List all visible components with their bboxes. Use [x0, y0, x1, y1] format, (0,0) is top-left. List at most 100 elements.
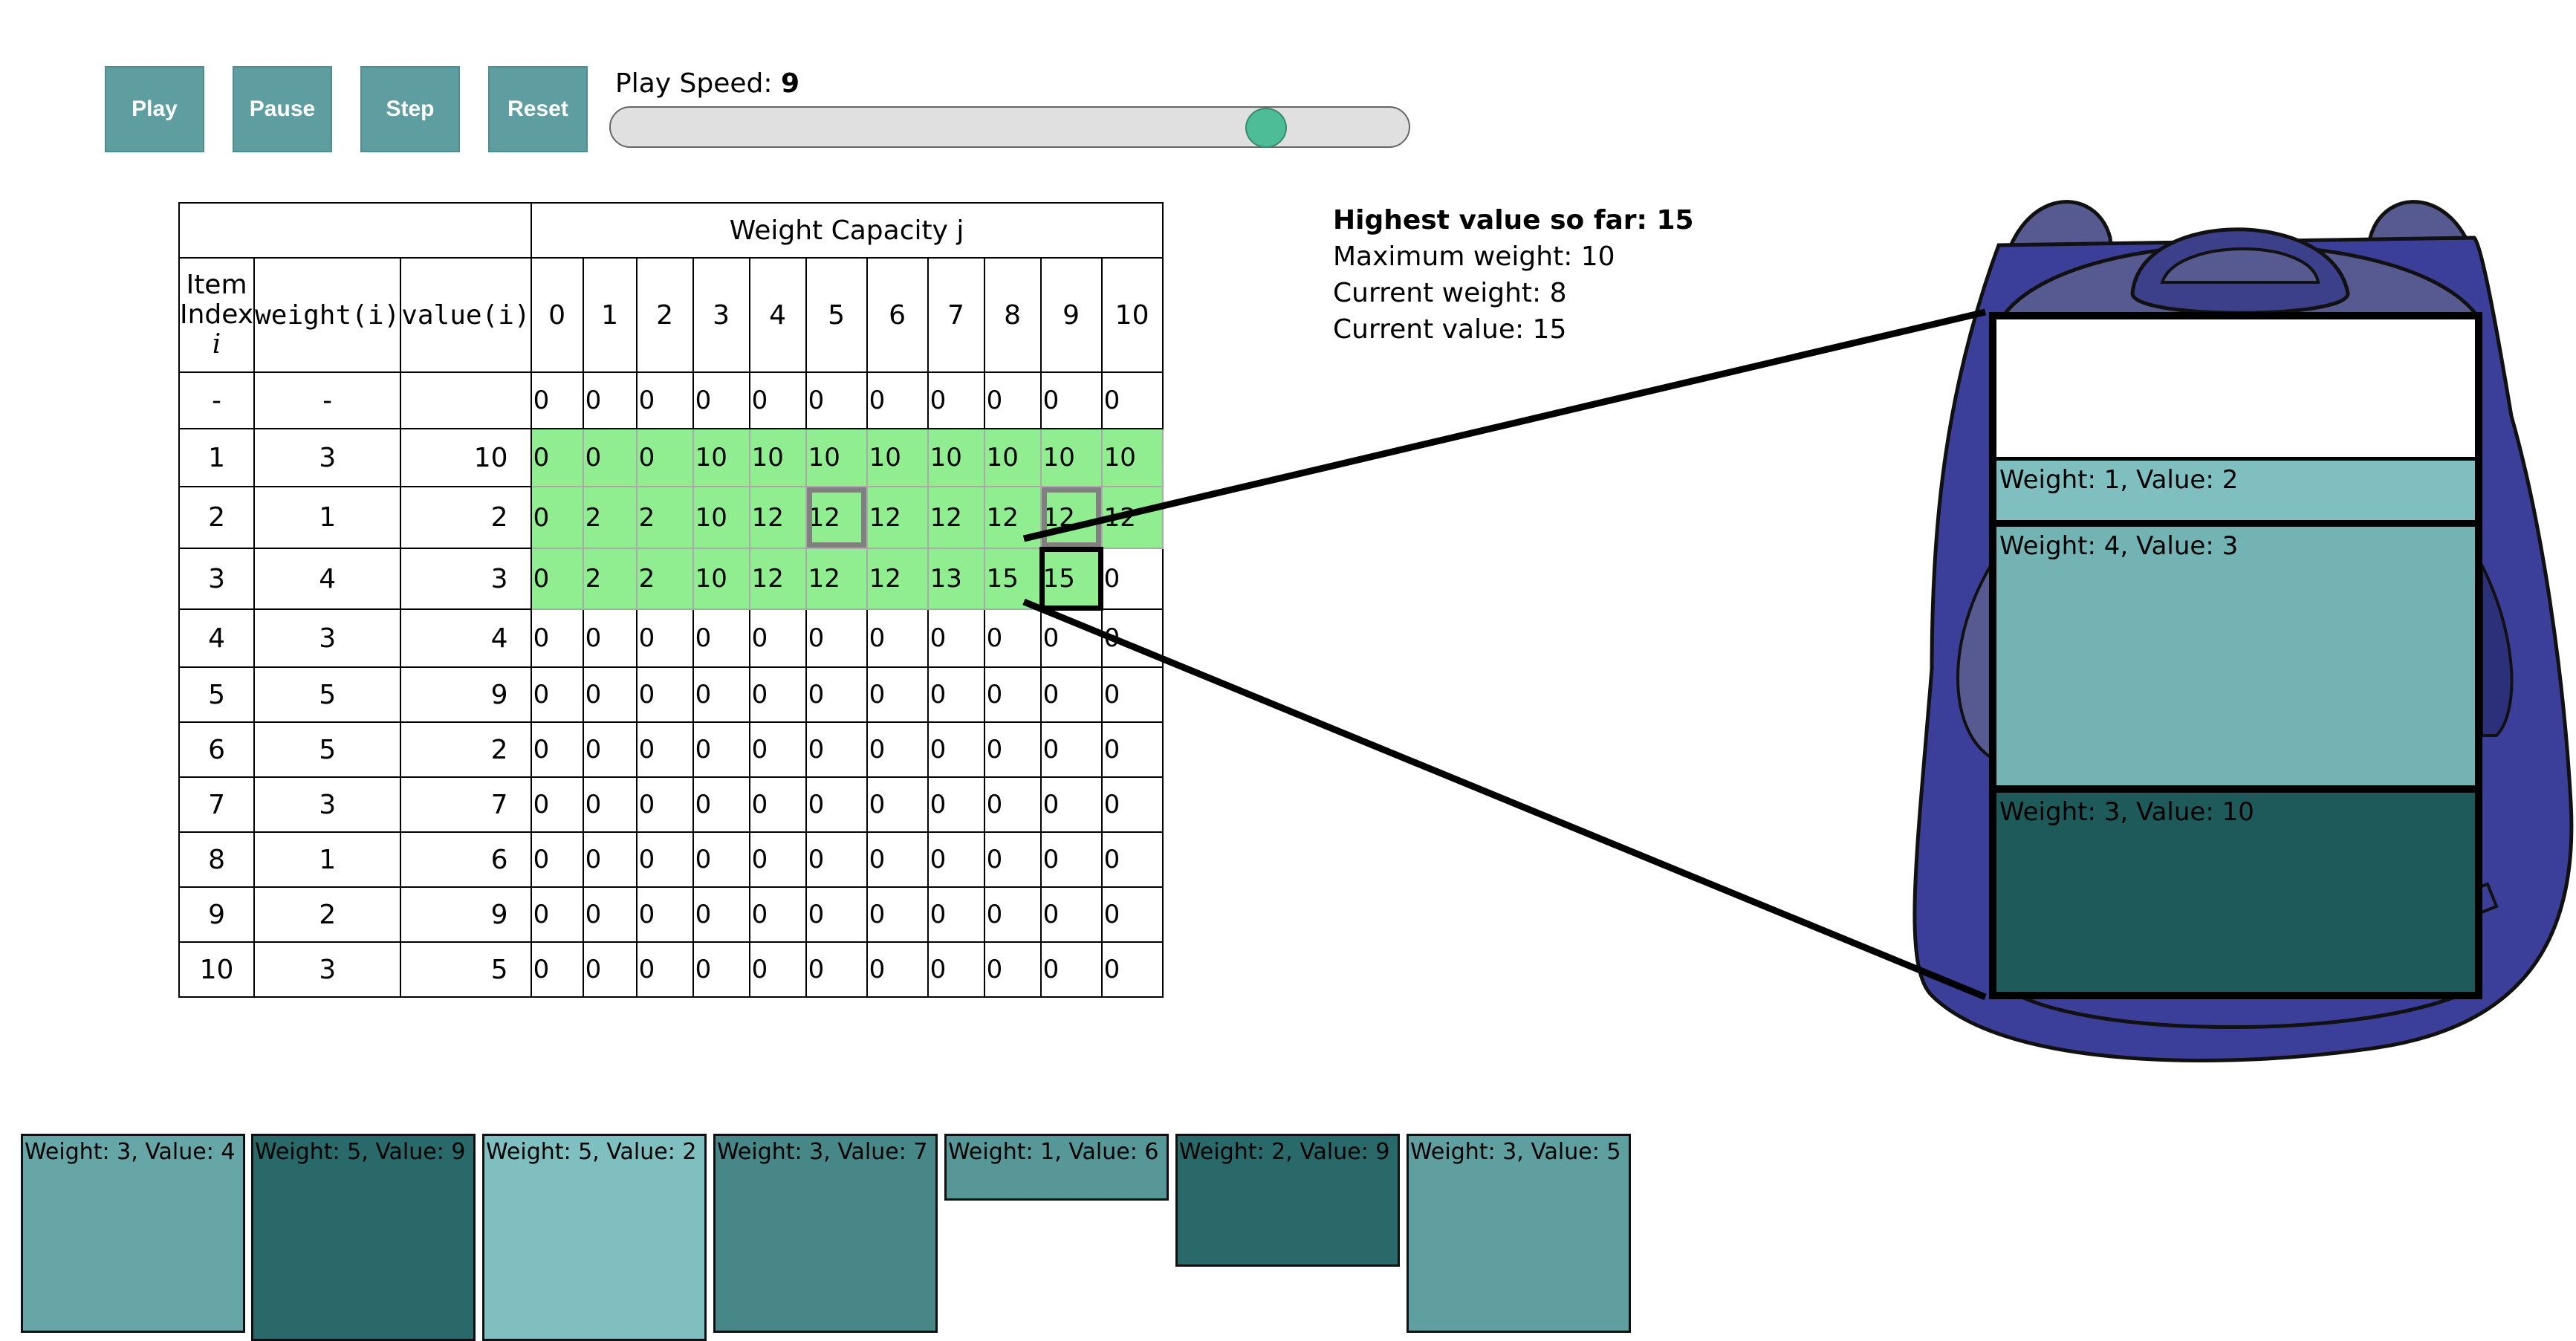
dp-cell: 0: [530, 666, 584, 723]
dp-cell: 0: [582, 831, 637, 888]
dp-cell: 0: [530, 608, 584, 668]
knapsack-item-label: Weight: 1, Value: 2: [1999, 465, 2239, 495]
dp-cell: 0: [927, 886, 985, 943]
dp-cell: 10: [692, 548, 750, 610]
knapsack-item-label: Weight: 3, Value: 10: [1999, 797, 2254, 827]
dp-cell: 0: [635, 371, 694, 429]
item-value-cell: 2: [400, 486, 532, 549]
dp-cell: 0: [692, 371, 750, 429]
pause-button[interactable]: Pause: [233, 66, 332, 152]
item-index-cell: 5: [178, 666, 256, 723]
dp-cell: 0: [635, 721, 694, 778]
dp-cell: 0: [927, 941, 985, 998]
knapsack-item: Weight: 4, Value: 3: [1993, 523, 2479, 789]
dp-cell: 0: [983, 608, 1042, 668]
dp-cell: 0: [530, 548, 584, 610]
zoom-line-bottom: [1022, 598, 1987, 1001]
dp-cell: 12: [983, 486, 1042, 549]
item-index-cell: -: [178, 371, 256, 429]
dp-cell: 0: [866, 776, 929, 833]
table-row: 55900000000000: [178, 666, 1164, 723]
dp-cell: 0: [805, 721, 868, 778]
dp-cell: 0: [1100, 886, 1164, 943]
dp-cell: 0: [530, 428, 584, 487]
remaining-item[interactable]: Weight: 3, Value: 7: [713, 1134, 938, 1333]
dp-cell: 12: [866, 486, 929, 549]
dp-cell: 0: [635, 941, 694, 998]
capacity-col-header: 8: [983, 257, 1042, 373]
dp-cell: 0: [635, 666, 694, 723]
dp-cell: 0: [582, 666, 637, 723]
item-index-cell: 7: [178, 776, 256, 833]
remaining-item[interactable]: Weight: 5, Value: 9: [251, 1134, 476, 1341]
dp-cell: 0: [748, 776, 807, 833]
dp-cell: 0: [927, 831, 985, 888]
dp-cell: 0: [582, 371, 637, 429]
max-weight-text: Maximum weight: 10: [1333, 241, 1615, 272]
capacity-col-header: 3: [692, 257, 750, 373]
dp-cell: 2: [582, 548, 637, 610]
dp-cell: 0: [927, 666, 985, 723]
dp-cell: 0: [1039, 886, 1103, 943]
dp-cell: 0: [582, 608, 637, 668]
dp-table: Weight Capacity j Item Index i weight(i)…: [178, 202, 1164, 998]
dp-cell: 0: [983, 666, 1042, 723]
dp-cell: 0: [530, 721, 584, 778]
table-row: 1 3 10 0 0 0 10 10 10 10 10 10 10 10: [178, 428, 1164, 487]
step-button[interactable]: Step: [360, 66, 460, 152]
knapsack-item-label: Weight: 4, Value: 3: [1999, 531, 2239, 561]
dp-cell: 0: [1039, 721, 1103, 778]
play-speed-slider[interactable]: [609, 106, 1410, 148]
item-value-cell: 2: [400, 721, 532, 778]
dp-cell: 0: [530, 486, 584, 549]
remaining-item[interactable]: Weight: 3, Value: 4: [21, 1134, 245, 1333]
dp-cell: 0: [866, 721, 929, 778]
item-value-cell: 5: [400, 941, 532, 998]
dp-cell: 0: [1100, 941, 1164, 998]
play-speed-value: 9: [780, 68, 800, 99]
dp-cell: 0: [927, 776, 985, 833]
item-value-cell: 10: [400, 428, 532, 487]
dp-cell: 0: [1039, 776, 1103, 833]
dp-cell: 0: [1100, 548, 1164, 610]
item-weight-cell: 5: [253, 666, 402, 723]
item-value-cell: 6: [400, 831, 532, 888]
play-speed-label: Play Speed: 9: [615, 68, 799, 99]
remaining-item-label: Weight: 5, Value: 9: [255, 1139, 466, 1165]
dp-cell: 0: [983, 721, 1042, 778]
capacity-col-header: 2: [635, 257, 694, 373]
remaining-item[interactable]: Weight: 5, Value: 2: [482, 1134, 707, 1341]
item-index-cell: 3: [178, 548, 256, 610]
remaining-item-label: Weight: 3, Value: 5: [1410, 1139, 1621, 1165]
item-weight-cell: 5: [253, 721, 402, 778]
dp-cell: 0: [530, 941, 584, 998]
reset-button[interactable]: Reset: [488, 66, 588, 152]
backpack-lid: [2004, 243, 2476, 463]
play-speed-prefix: Play Speed:: [615, 68, 781, 99]
dp-cell: 0: [866, 666, 929, 723]
dp-cell: 0: [530, 831, 584, 888]
remaining-item[interactable]: Weight: 3, Value: 5: [1407, 1134, 1631, 1333]
item-index-cell: 4: [178, 608, 256, 668]
table-row: 3 4 3 0 2 2 10 12 12 12 13 15 15 0: [178, 547, 1164, 611]
dp-cell: 0: [1100, 608, 1164, 668]
dp-cell: 0: [983, 886, 1042, 943]
play-speed-slider-thumb[interactable]: [1245, 108, 1287, 148]
dp-cell: 0: [748, 721, 807, 778]
dp-cell: 0: [748, 831, 807, 888]
dp-cell: 0: [866, 886, 929, 943]
remaining-item[interactable]: Weight: 2, Value: 9: [1175, 1134, 1400, 1267]
dp-cell: 0: [748, 886, 807, 943]
capacity-col-header: 9: [1039, 257, 1103, 373]
corner-cell: [178, 202, 532, 259]
dp-cell: 0: [1100, 721, 1164, 778]
dp-cell: 0: [1100, 776, 1164, 833]
dp-cell: 0: [983, 776, 1042, 833]
item-index-cell: 8: [178, 831, 256, 888]
dp-cell: 0: [983, 831, 1042, 888]
item-weight-cell: 4: [253, 548, 402, 610]
remaining-item[interactable]: Weight: 1, Value: 6: [944, 1134, 1169, 1201]
dp-cell: 0: [805, 371, 868, 429]
play-button[interactable]: Play: [105, 66, 204, 152]
dp-cell: 0: [866, 941, 929, 998]
